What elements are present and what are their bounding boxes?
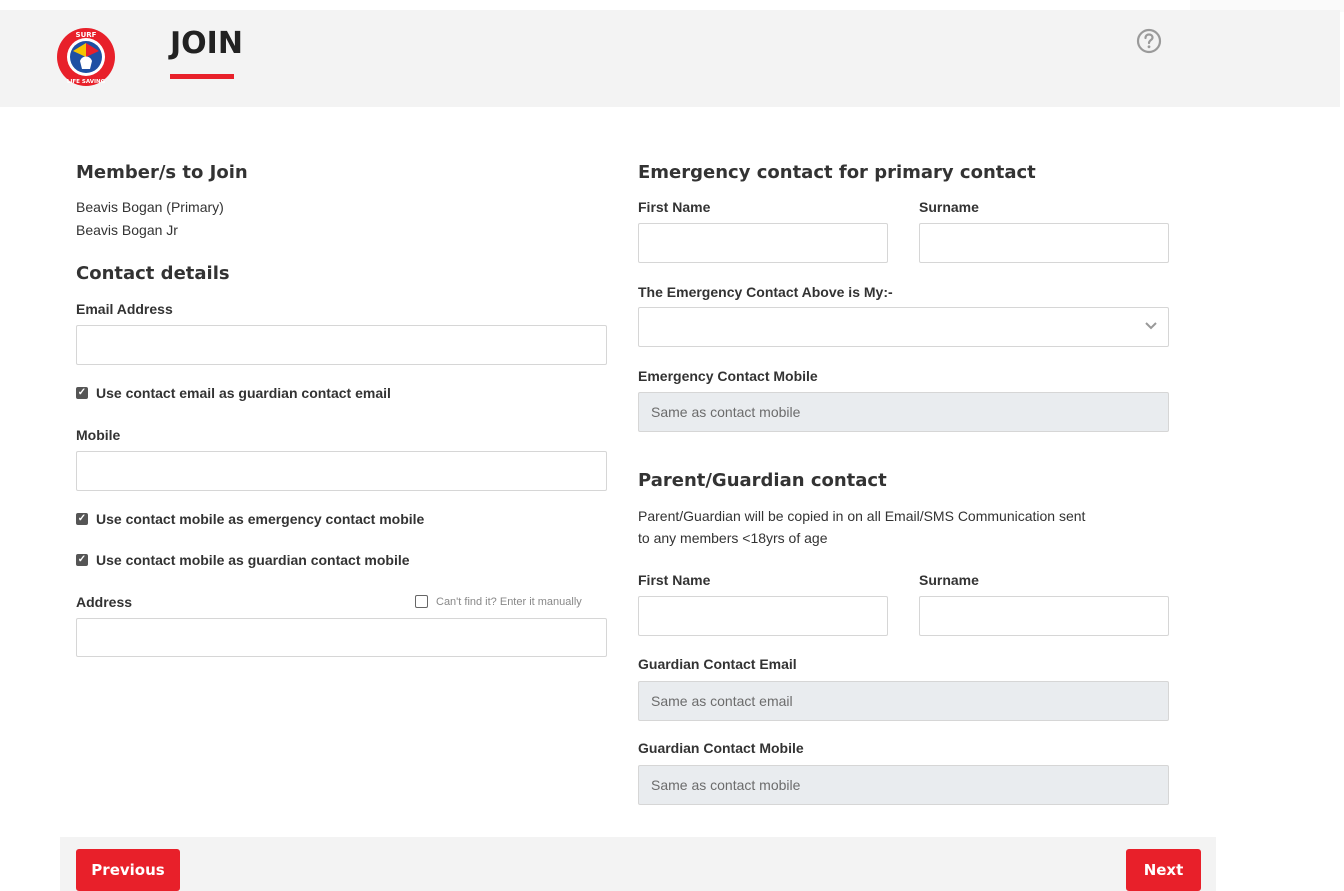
emergency-surname-field[interactable] [919, 223, 1169, 263]
title-underline [170, 74, 234, 79]
mobile-field[interactable] [76, 451, 607, 491]
page-title: JOIN [170, 26, 243, 61]
checkbox-checked-icon[interactable]: ✓ [76, 513, 88, 525]
contact-details-heading: Contact details [76, 263, 230, 284]
emergency-heading: Emergency contact for primary contact [638, 162, 1036, 183]
guardian-first-name-label: First Name [638, 572, 711, 588]
emergency-mobile-checkbox-label: Use contact mobile as emergency contact … [96, 511, 425, 527]
help-circle-icon[interactable] [1135, 27, 1163, 55]
footer-bar [60, 837, 1216, 891]
emergency-mobile-value: Same as contact mobile [651, 404, 801, 420]
guardian-description-line2: to any members <18yrs of age [638, 530, 828, 546]
checkbox-checked-icon[interactable]: ✓ [76, 554, 88, 566]
guardian-first-name-field[interactable] [638, 596, 888, 636]
email-field[interactable] [76, 325, 607, 365]
checkbox-unchecked-icon[interactable] [415, 595, 428, 608]
guardian-mobile-label: Guardian Contact Mobile [638, 740, 804, 756]
manual-address-checkbox-row[interactable]: Can't find it? Enter it manually [415, 595, 582, 608]
guardian-heading: Parent/Guardian contact [638, 470, 887, 491]
guardian-mobile-field: Same as contact mobile [638, 765, 1169, 805]
member-item-primary: Beavis Bogan (Primary) [76, 199, 224, 215]
address-field[interactable] [76, 618, 607, 657]
emergency-first-name-label: First Name [638, 199, 711, 215]
relationship-select[interactable] [638, 307, 1169, 347]
manual-address-label: Can't find it? Enter it manually [436, 595, 582, 608]
logo-text-top: SURF [76, 31, 97, 39]
relationship-label: The Emergency Contact Above is My:- [638, 284, 893, 300]
guardian-email-field: Same as contact email [638, 681, 1169, 721]
guardian-mobile-value: Same as contact mobile [651, 777, 801, 793]
address-label: Address [76, 594, 133, 610]
guardian-surname-label: Surname [919, 572, 979, 588]
guardian-email-checkbox-label: Use contact email as guardian contact em… [96, 385, 391, 401]
checkbox-checked-icon[interactable]: ✓ [76, 387, 88, 399]
guardian-email-value: Same as contact email [651, 693, 793, 709]
member-item-junior: Beavis Bogan Jr [76, 222, 178, 238]
mobile-label: Mobile [76, 427, 121, 443]
guardian-description-line1: Parent/Guardian will be copied in on all… [638, 508, 1086, 524]
guardian-mobile-checkbox-label: Use contact mobile as guardian contact m… [96, 552, 410, 568]
email-label: Email Address [76, 301, 173, 317]
previous-button[interactable]: Previous [76, 849, 180, 891]
emergency-first-name-field[interactable] [638, 223, 888, 263]
emergency-mobile-checkbox-row[interactable]: ✓ Use contact mobile as emergency contac… [76, 511, 424, 527]
emergency-mobile-label: Emergency Contact Mobile [638, 368, 818, 384]
emergency-mobile-field: Same as contact mobile [638, 392, 1169, 432]
chevron-down-icon [1145, 322, 1157, 330]
logo-text-bottom: LIFE SAVING [67, 79, 106, 85]
surf-life-saving-logo: SURF LIFE SAVING [57, 28, 115, 86]
guardian-surname-field[interactable] [919, 596, 1169, 636]
emergency-surname-label: Surname [919, 199, 979, 215]
guardian-email-checkbox-row[interactable]: ✓ Use contact email as guardian contact … [76, 385, 391, 401]
next-button[interactable]: Next [1126, 849, 1201, 891]
guardian-email-label: Guardian Contact Email [638, 656, 797, 672]
members-heading: Member/s to Join [76, 162, 248, 183]
guardian-mobile-checkbox-row[interactable]: ✓ Use contact mobile as guardian contact… [76, 552, 410, 568]
